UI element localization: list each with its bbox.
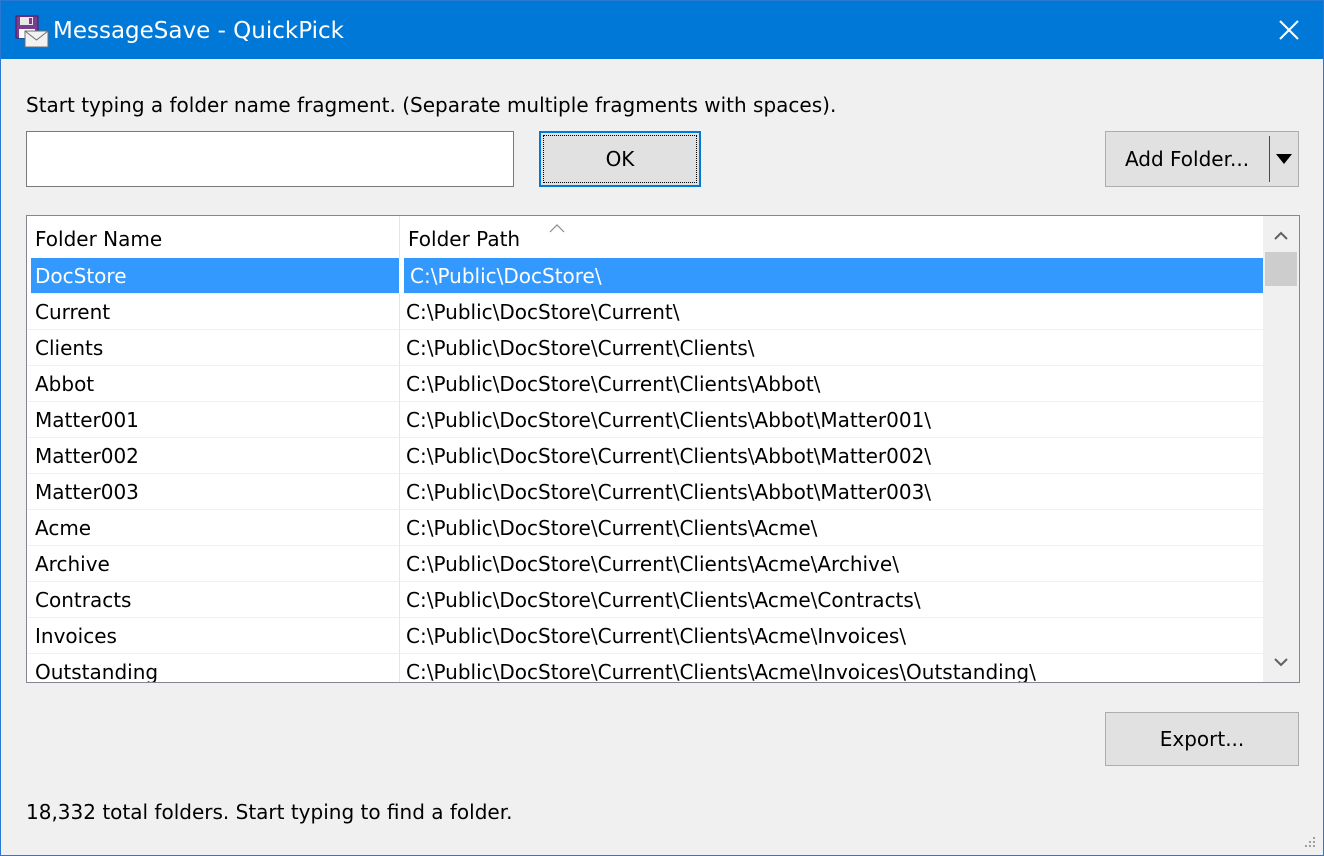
- window-title: MessageSave - QuickPick: [53, 18, 344, 44]
- table-row[interactable]: Current C:\Public\DocStore\Current\: [27, 294, 1263, 330]
- folder-name-cell: Outstanding: [27, 654, 400, 682]
- table-row[interactable]: Contracts C:\Public\DocStore\Current\Cli…: [27, 582, 1263, 618]
- scroll-down-button[interactable]: [1263, 644, 1299, 680]
- list-rows: DocStore C:\Public\DocStore\ Current C:\…: [27, 258, 1267, 682]
- folder-name-cell: Matter001: [27, 402, 400, 438]
- sort-ascending-icon: [549, 218, 565, 233]
- table-row[interactable]: Matter001 C:\Public\DocStore\Current\Cli…: [27, 402, 1263, 438]
- export-button-label: Export...: [1159, 727, 1245, 751]
- table-row[interactable]: DocStore C:\Public\DocStore\: [31, 258, 1267, 294]
- folder-path-cell: C:\Public\DocStore\Current\Clients\Abbot…: [400, 438, 1263, 474]
- table-row[interactable]: Outstanding C:\Public\DocStore\Current\C…: [27, 654, 1263, 682]
- folder-search-input[interactable]: [26, 131, 514, 187]
- folder-path-cell: C:\Public\DocStore\Current\: [400, 294, 1263, 330]
- folder-path-cell: C:\Public\DocStore\Current\Clients\Acme\…: [400, 618, 1263, 654]
- folder-path-cell: C:\Public\DocStore\Current\Clients\Acme\…: [400, 546, 1263, 582]
- table-row[interactable]: Invoices C:\Public\DocStore\Current\Clie…: [27, 618, 1263, 654]
- vertical-scrollbar[interactable]: [1263, 216, 1299, 682]
- floppy-envelope-icon: [15, 15, 49, 49]
- table-row[interactable]: Abbot C:\Public\DocStore\Current\Clients…: [27, 366, 1263, 402]
- table-row[interactable]: Archive C:\Public\DocStore\Current\Clien…: [27, 546, 1263, 582]
- table-row[interactable]: Clients C:\Public\DocStore\Current\Clien…: [27, 330, 1263, 366]
- folder-name-cell: Contracts: [27, 582, 400, 618]
- folder-name-cell: Archive: [27, 546, 400, 582]
- close-icon: [1279, 20, 1299, 40]
- folder-name-cell: Current: [27, 294, 400, 330]
- folder-name-cell: DocStore: [31, 258, 400, 294]
- column-header-folder-name[interactable]: Folder Name: [27, 216, 400, 258]
- folder-path-cell: C:\Public\DocStore\: [404, 258, 1267, 294]
- folder-path-cell: C:\Public\DocStore\Current\Clients\Abbot…: [400, 366, 1263, 402]
- folder-name-cell: Abbot: [27, 366, 400, 402]
- table-row[interactable]: Matter003 C:\Public\DocStore\Current\Cli…: [27, 474, 1263, 510]
- add-folder-button[interactable]: Add Folder...: [1106, 132, 1268, 186]
- scroll-thumb[interactable]: [1265, 252, 1297, 286]
- resize-grip-icon[interactable]: [1301, 833, 1317, 849]
- folder-path-cell: C:\Public\DocStore\Current\Clients\: [400, 330, 1263, 366]
- status-label: 18,332 total folders. Start typing to fi…: [26, 800, 513, 824]
- chevron-up-icon: [1274, 231, 1288, 240]
- table-row[interactable]: Acme C:\Public\DocStore\Current\Clients\…: [27, 510, 1263, 546]
- export-button[interactable]: Export...: [1105, 712, 1299, 766]
- scroll-up-button[interactable]: [1263, 218, 1299, 254]
- folder-list[interactable]: Folder Name Folder Path DocStore C:\Publ…: [26, 215, 1300, 683]
- list-header: Folder Name Folder Path: [27, 216, 1263, 258]
- folder-name-cell: Matter003: [27, 474, 400, 510]
- folder-name-cell: Matter002: [27, 438, 400, 474]
- add-folder-split-button[interactable]: Add Folder...: [1105, 131, 1299, 187]
- quickpick-dialog: MessageSave - QuickPick Start typing a f…: [0, 0, 1324, 856]
- folder-name-cell: Clients: [27, 330, 400, 366]
- dropdown-arrow-icon: [1276, 154, 1292, 164]
- folder-path-cell: C:\Public\DocStore\Current\Clients\Acme\…: [400, 654, 1263, 682]
- title-bar[interactable]: MessageSave - QuickPick: [1, 1, 1323, 59]
- ok-button[interactable]: OK: [539, 131, 701, 187]
- focus-ring: [543, 135, 697, 183]
- folder-name-cell: Acme: [27, 510, 400, 546]
- table-row[interactable]: Matter002 C:\Public\DocStore\Current\Cli…: [27, 438, 1263, 474]
- folder-path-cell: C:\Public\DocStore\Current\Clients\Abbot…: [400, 474, 1263, 510]
- column-header-folder-path[interactable]: Folder Path: [400, 216, 1263, 258]
- instruction-label: Start typing a folder name fragment. (Se…: [26, 93, 837, 117]
- chevron-down-icon: [1274, 658, 1288, 667]
- folder-name-cell: Invoices: [27, 618, 400, 654]
- folder-path-cell: C:\Public\DocStore\Current\Clients\Acme\…: [400, 582, 1263, 618]
- close-button[interactable]: [1255, 1, 1323, 59]
- folder-path-cell: C:\Public\DocStore\Current\Clients\Abbot…: [400, 402, 1263, 438]
- add-folder-dropdown[interactable]: [1270, 132, 1298, 186]
- folder-path-cell: C:\Public\DocStore\Current\Clients\Acme\: [400, 510, 1263, 546]
